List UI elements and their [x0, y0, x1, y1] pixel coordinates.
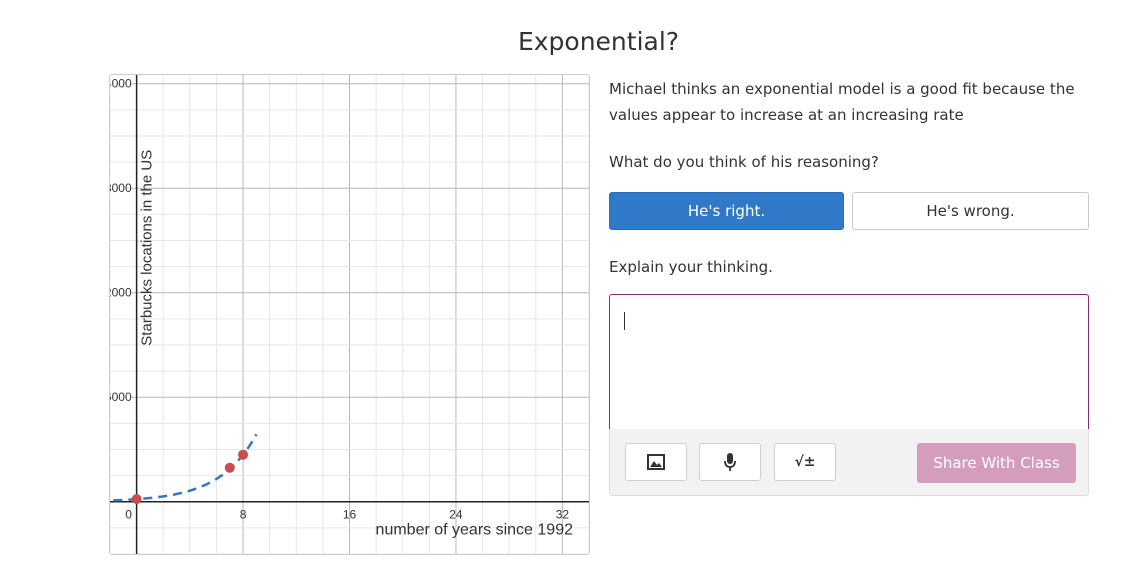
- explain-label: Explain your thinking.: [609, 258, 773, 276]
- scatter-chart[interactable]: 0 8 16 24 32 6000 12000 18000 24000 number of yea…: [110, 75, 589, 554]
- y-tick-label: 24000: [110, 77, 132, 91]
- share-with-class-button[interactable]: Share With Class: [917, 443, 1076, 483]
- y-axis-label: Starbucks locations in the US: [139, 150, 156, 346]
- microphone-icon: [724, 453, 736, 471]
- text-caret: [624, 312, 625, 330]
- record-audio-button[interactable]: [699, 443, 761, 481]
- reasoning-question: What do you think of his reasoning?: [609, 153, 879, 171]
- x-axis-label: number of years since 1992: [376, 522, 574, 539]
- x-tick-label: 16: [343, 508, 357, 522]
- x-tick-label: 0: [125, 508, 132, 522]
- choice-hes-wrong-button[interactable]: He's wrong.: [852, 192, 1089, 230]
- x-tick-label: 24: [449, 508, 463, 522]
- prompt-text: Michael thinks an exponential model is a…: [609, 80, 1075, 124]
- response-toolbar: √± Share With Class: [609, 429, 1089, 496]
- data-point: [224, 462, 235, 473]
- data-point: [238, 449, 249, 460]
- insert-image-button[interactable]: [625, 443, 687, 481]
- explanation-textarea[interactable]: [609, 294, 1089, 430]
- graph-panel[interactable]: 0 8 16 24 32 6000 12000 18000 24000 number of yea…: [109, 74, 590, 555]
- y-tick-label: 6000: [110, 390, 132, 404]
- y-tick-label: 12000: [110, 286, 132, 300]
- x-tick-label: 32: [556, 508, 570, 522]
- x-tick-label: 8: [240, 508, 247, 522]
- data-point: [131, 494, 142, 505]
- y-tick-label: 18000: [110, 181, 132, 195]
- prompt-area: Michael thinks an exponential model is a…: [609, 76, 1089, 128]
- insert-math-button[interactable]: √±: [774, 443, 836, 481]
- choice-hes-right-button[interactable]: He's right.: [609, 192, 844, 230]
- image-icon: [647, 454, 665, 470]
- math-icon: √±: [794, 454, 816, 470]
- activity-title: Exponential?: [517, 27, 680, 56]
